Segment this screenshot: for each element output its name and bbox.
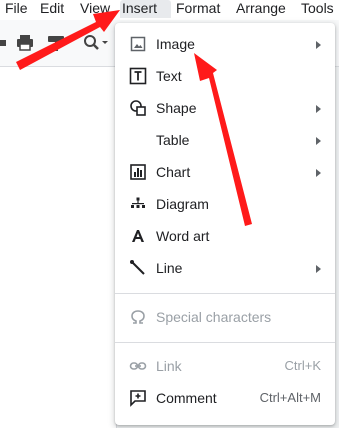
slide-page[interactable] — [0, 67, 117, 428]
menu-item-diagram[interactable]: Diagram — [115, 189, 335, 219]
omega-icon — [131, 310, 145, 324]
menu-item-label: Table — [156, 132, 190, 148]
diagram-icon — [131, 197, 145, 208]
shortcut-label: Ctrl+K — [284, 358, 321, 373]
menu-file[interactable]: File — [3, 0, 30, 18]
menu-item-chart[interactable]: Chart — [115, 157, 335, 187]
add-comment-icon — [130, 390, 146, 407]
menu-item-table[interactable]: Table — [115, 125, 335, 155]
shortcut-label: Ctrl+Alt+M — [259, 390, 321, 405]
paint-format-icon[interactable] — [46, 34, 68, 52]
menu-separator — [115, 342, 335, 343]
menu-item-label: Line — [156, 260, 183, 276]
link-icon — [129, 362, 147, 370]
menu-item-label: Comment — [156, 390, 217, 406]
print-icon[interactable] — [15, 34, 35, 52]
menu-item-label: Chart — [156, 164, 191, 180]
menu-item-label: Text — [156, 68, 182, 84]
insert-menu: Image Text Shape Table Chart Diagram Wor… — [115, 23, 335, 425]
menu-item-link[interactable]: Link Ctrl+K — [115, 351, 335, 381]
menu-insert[interactable]: Insert — [120, 0, 171, 18]
line-icon — [130, 260, 145, 275]
zoom-icon[interactable] — [82, 34, 110, 52]
menu-bar: File Edit View Insert Format Arrange Too… — [0, 0, 339, 18]
undo-icon[interactable] — [0, 34, 8, 52]
menu-item-label: Link — [156, 358, 182, 374]
menu-item-special-characters[interactable]: Special characters — [115, 302, 335, 332]
menu-separator — [115, 293, 335, 294]
menu-item-label: Image — [156, 36, 195, 52]
submenu-arrow-icon — [316, 265, 321, 273]
menu-item-label: Shape — [156, 100, 197, 116]
menu-format[interactable]: Format — [174, 0, 222, 18]
menu-item-label: Word art — [156, 228, 210, 244]
menu-arrange[interactable]: Arrange — [234, 0, 288, 18]
menu-item-label: Special characters — [156, 309, 272, 325]
menu-item-text[interactable]: Text — [115, 61, 335, 91]
submenu-arrow-icon — [316, 137, 321, 145]
submenu-arrow-icon — [316, 169, 321, 177]
menu-item-word-art[interactable]: Word art — [115, 221, 335, 251]
shape-icon — [130, 100, 146, 116]
menu-view[interactable]: View — [78, 0, 112, 18]
chart-icon — [130, 164, 146, 180]
menu-item-label: Diagram — [156, 196, 209, 212]
submenu-arrow-icon — [316, 41, 321, 49]
word-art-icon — [132, 230, 144, 242]
menu-edit[interactable]: Edit — [38, 0, 66, 18]
menu-item-line[interactable]: Line — [115, 253, 335, 283]
menu-item-comment[interactable]: Comment Ctrl+Alt+M — [115, 383, 335, 413]
text-box-icon — [129, 67, 147, 85]
submenu-arrow-icon — [316, 105, 321, 113]
menu-item-shape[interactable]: Shape — [115, 93, 335, 123]
menu-tools[interactable]: Tools — [299, 0, 336, 18]
menu-item-image[interactable]: Image — [115, 29, 335, 59]
image-icon — [130, 36, 146, 52]
